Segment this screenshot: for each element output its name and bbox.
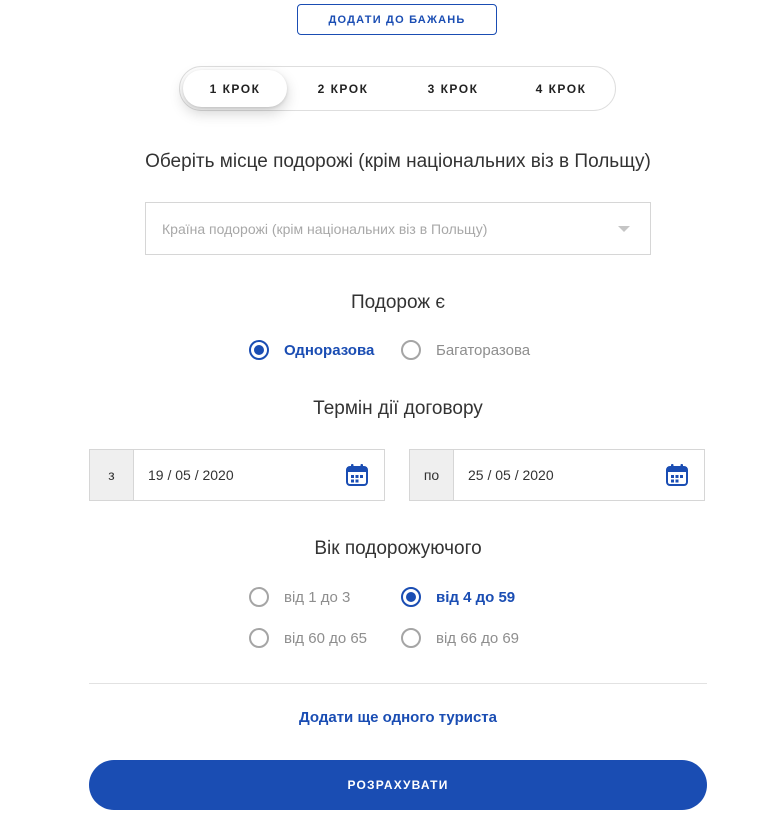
calculate-button[interactable]: РОЗРАХУВАТИ [89, 760, 707, 810]
trip-type-multiple-label: Багаторазова [436, 341, 531, 359]
age-60-65-radio[interactable]: від 60 до 65 [249, 628, 367, 648]
destination-title: Оберіть місце подорожі (крім національни… [145, 151, 651, 172]
age-66-69-radio[interactable]: від 66 до 69 [401, 628, 519, 648]
step-3-tab[interactable]: 3 КРОК [400, 67, 506, 110]
step-4-tab[interactable]: 4 КРОК [508, 67, 614, 110]
date-to-prefix: по [410, 450, 454, 500]
step-1-tab[interactable]: 1 КРОК [183, 70, 287, 107]
age-1-3-radio[interactable]: від 1 до 3 [249, 587, 350, 607]
radio-checked-icon [249, 340, 269, 360]
destination-select[interactable]: Країна подорожі (крім національних віз в… [145, 202, 651, 255]
contract-term-title: Термін дії договору [313, 398, 483, 419]
date-from-field[interactable]: з 19 / 05 / 2020 [89, 449, 385, 501]
trip-type-single-radio[interactable]: Одноразова [249, 340, 374, 360]
add-to-wishlist-button[interactable]: ДОДАТИ ДО БАЖАНЬ [297, 4, 497, 35]
date-from-value[interactable]: 19 / 05 / 2020 [134, 450, 345, 500]
destination-placeholder: Країна подорожі (крім національних віз в… [162, 221, 488, 237]
age-4-59-radio[interactable]: від 4 до 59 [401, 587, 515, 607]
radio-checked-icon [401, 587, 421, 607]
calendar-icon[interactable] [665, 463, 689, 487]
step-2-tab[interactable]: 2 КРОК [290, 67, 396, 110]
chevron-down-icon [618, 226, 630, 232]
date-from-prefix: з [90, 450, 134, 500]
trip-type-title: Подорож є [350, 292, 446, 313]
steps-nav: 1 КРОК 2 КРОК 3 КРОК 4 КРОК [179, 66, 616, 111]
radio-unchecked-icon [401, 340, 421, 360]
age-60-65-label: від 60 до 65 [284, 629, 368, 647]
age-66-69-label: від 66 до 69 [436, 629, 520, 647]
trip-type-single-label: Одноразова [284, 341, 375, 359]
divider [89, 683, 707, 684]
travel-insurance-form: ДОДАТИ ДО БАЖАНЬ 1 КРОК 2 КРОК 3 КРОК 4 … [0, 0, 784, 838]
age-4-59-label: від 4 до 59 [436, 588, 516, 606]
traveler-age-title: Вік подорожуючого [314, 538, 482, 559]
add-tourist-link[interactable]: Додати ще одного туриста [0, 709, 784, 726]
date-to-field[interactable]: по 25 / 05 / 2020 [409, 449, 705, 501]
radio-unchecked-icon [249, 587, 269, 607]
trip-type-multiple-radio[interactable]: Багаторазова [401, 340, 530, 360]
calendar-icon[interactable] [345, 463, 369, 487]
radio-unchecked-icon [249, 628, 269, 648]
age-1-3-label: від 1 до 3 [284, 588, 351, 606]
date-to-value[interactable]: 25 / 05 / 2020 [454, 450, 665, 500]
radio-unchecked-icon [401, 628, 421, 648]
